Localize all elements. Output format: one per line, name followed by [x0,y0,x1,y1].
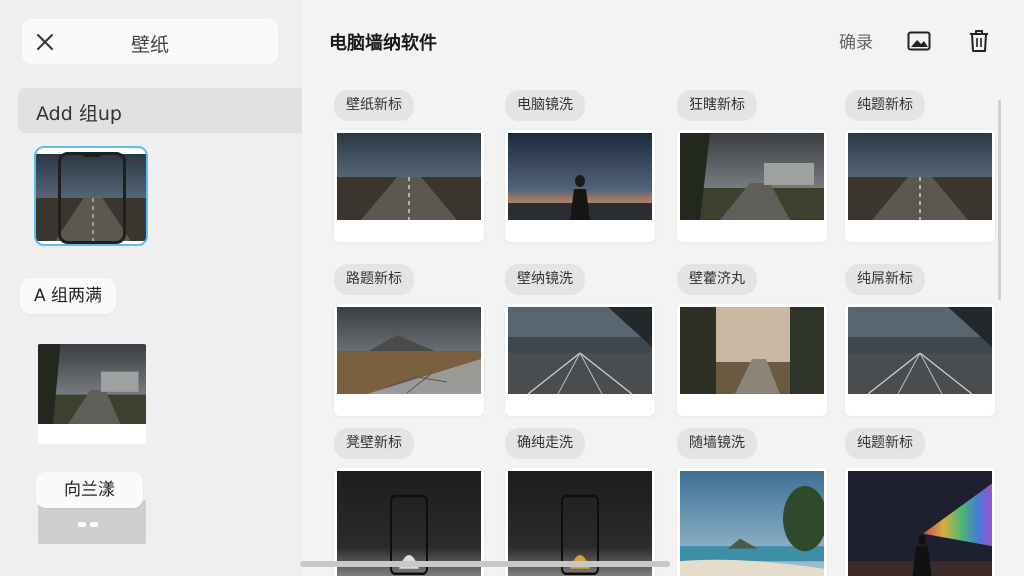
wallpaper-image [680,471,824,576]
wallpaper-image [680,133,824,220]
wallpaper-image [337,133,481,220]
wallpaper-card[interactable] [505,304,655,416]
wallpaper-chip[interactable]: 随墙镜洗 [677,428,757,459]
wallpaper-chip[interactable]: 纯题新标 [845,90,925,121]
selected-wallpaper-thumbnail[interactable] [34,146,148,246]
trash-icon [970,30,988,52]
wallpaper-chip[interactable]: 确纯走洗 [505,428,585,459]
wallpaper-chip[interactable]: 凳壁新标 [334,428,414,459]
wallpaper-card[interactable] [845,468,995,576]
wallpaper-card[interactable] [505,468,655,576]
delete-button[interactable] [964,27,994,55]
wallpaper-card[interactable] [334,304,484,416]
wallpaper-chip[interactable]: 壁藿济丸 [677,264,757,295]
header-action-button[interactable]: 确录 [839,28,873,53]
wallpaper-card[interactable] [334,130,484,242]
wallpaper-card[interactable] [677,468,827,576]
wallpaper-card[interactable] [505,130,655,242]
grid-scrollbar[interactable] [998,100,1001,300]
sidebar: 壁纸 Add 组up A 组两满 向兰漾 [0,0,302,576]
wallpaper-image [508,133,652,220]
wallpaper-grid: 壁纸新标 电脑镜洗 狂瞎新标 纯题新标 路题新标 壁纳镜洗 壁藿济丸 纯屌新标 … [330,88,1000,576]
wallpaper-chip[interactable]: 路题新标 [334,264,414,295]
image-button[interactable] [904,27,934,55]
wallpaper-card[interactable] [334,468,484,576]
home-indicator [300,561,670,567]
wallpaper-chip[interactable]: 壁纸新标 [334,90,414,121]
wallpaper-chip[interactable]: 纯屌新标 [845,264,925,295]
page-title: 电脑墙纳软件 [329,33,437,54]
wallpaper-card[interactable] [845,130,995,242]
group-label-1[interactable]: A 组两满 [20,278,117,314]
wallpaper-image [680,307,824,394]
wallpaper-chip[interactable]: 壁纳镜洗 [505,264,585,295]
wallpaper-image [38,344,146,424]
wallpaper-card[interactable] [677,304,827,416]
sidebar-topbar: 壁纸 [22,19,278,64]
add-group-label: Add 组up [36,103,122,125]
group-label-2[interactable]: 向兰漾 [36,472,143,508]
wallpaper-chip[interactable]: 纯题新标 [845,428,925,459]
image-icon [907,31,931,51]
wallpaper-image [337,307,481,394]
wallpaper-image [848,471,992,576]
wallpaper-card[interactable] [677,130,827,242]
add-group-button[interactable]: Add 组up [18,88,302,133]
wallpaper-image [508,307,652,394]
wallpaper-image [848,307,992,394]
phone-frame [58,152,126,244]
side-wallpaper-card[interactable] [38,344,146,444]
phone-notch [83,153,101,157]
wallpaper-chip[interactable]: 电脑镜洗 [505,90,585,121]
wallpaper-chip[interactable]: 狂瞎新标 [677,90,757,121]
wallpaper-image [848,133,992,220]
wallpaper-card[interactable] [845,304,995,416]
sidebar-title: 壁纸 [130,34,169,56]
